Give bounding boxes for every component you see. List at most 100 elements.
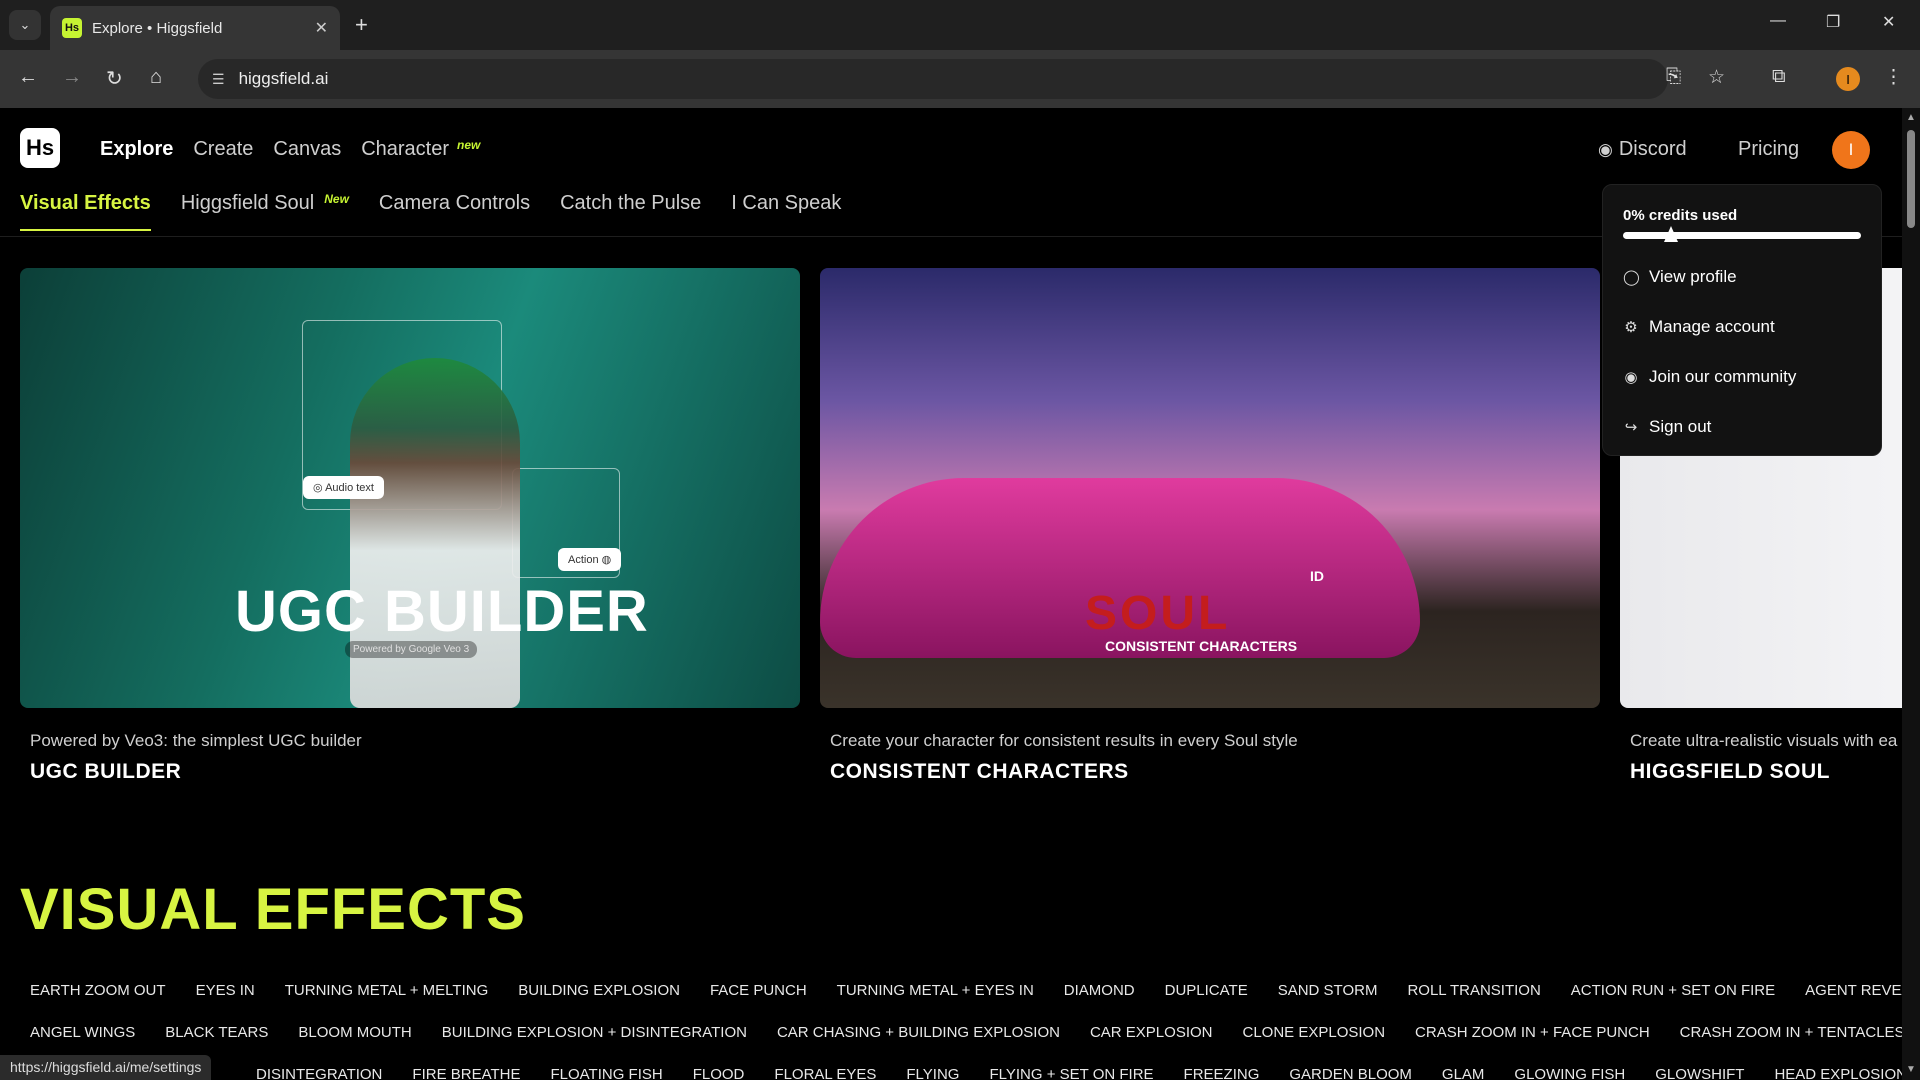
effect-tag[interactable]: FIRE BREATHE: [402, 1062, 530, 1080]
effect-tag[interactable]: FLOOD: [683, 1062, 755, 1080]
credits-progress-bar: [1623, 232, 1861, 239]
effect-tag[interactable]: FACE PUNCH: [700, 978, 817, 1003]
effect-tag[interactable]: DIAMOND: [1054, 978, 1145, 1003]
higgsfield-favicon-icon: Hs: [62, 18, 82, 38]
tab-close-icon[interactable]: ✕: [315, 18, 328, 38]
effect-tag[interactable]: HEAD EXPLOSION: [1764, 1062, 1917, 1080]
close-window-button[interactable]: ✕: [1882, 12, 1895, 32]
ugc-image-title: UGC BUILDER: [235, 579, 649, 644]
effect-tag[interactable]: CAR EXPLOSION: [1080, 1020, 1223, 1045]
effect-tag[interactable]: CAR CHASING + BUILDING EXPLOSION: [767, 1020, 1070, 1045]
nav-character[interactable]: Character new: [361, 138, 480, 161]
nav-label: Explore: [100, 138, 174, 160]
profile-dropdown: 0% credits used ◯ View profile ⚙ Manage ac…: [1602, 184, 1882, 456]
effect-tag[interactable]: CRASH ZOOM IN + FACE PUNCH: [1405, 1020, 1660, 1045]
install-app-icon[interactable]: ⎘: [1666, 66, 1681, 88]
tab-label: Visual Effects: [20, 192, 151, 214]
effect-tag[interactable]: TURNING METAL + EYES IN: [827, 978, 1044, 1003]
audio-text-chip: ◎ Audio text: [303, 476, 384, 499]
effect-tag[interactable]: FLYING: [896, 1062, 969, 1080]
effect-tag[interactable]: ACTION RUN + SET ON FIRE: [1561, 978, 1785, 1003]
effect-tag[interactable]: FLYING + SET ON FIRE: [979, 1062, 1163, 1080]
effect-tag[interactable]: DISINTEGRATION: [246, 1062, 392, 1080]
scroll-up-arrow[interactable]: ▲: [1906, 112, 1916, 123]
pricing-label: Pricing: [1738, 138, 1800, 160]
tab-i-can-speak[interactable]: I Can Speak: [731, 192, 841, 231]
tab-search-button[interactable]: ⌄: [9, 10, 41, 40]
status-bar-url: https://higgsfield.ai/me/settings: [0, 1055, 212, 1080]
effect-tag[interactable]: DUPLICATE: [1155, 978, 1258, 1003]
higgsfield-logo[interactable]: Hs: [20, 128, 60, 168]
effects-row: DISINTEGRATION FIRE BREATHE FLOATING FISH F…: [246, 1062, 1917, 1080]
effects-row: EARTH ZOOM OUT EYES IN TURNING METAL + MEL…: [20, 978, 1920, 1003]
visual-effects-heading: VISUAL EFFECTS: [20, 877, 526, 942]
tab-visual-effects[interactable]: Visual Effects: [20, 192, 151, 231]
effect-tag[interactable]: GLAM: [1432, 1062, 1495, 1080]
restore-button[interactable]: ❐: [1826, 12, 1840, 32]
tab-camera-controls[interactable]: Camera Controls: [379, 192, 530, 231]
effect-tag[interactable]: GLOWING FISH: [1504, 1062, 1635, 1080]
effect-tag[interactable]: GARDEN BLOOM: [1279, 1062, 1422, 1080]
effect-tag[interactable]: GLOWSHIFT: [1645, 1062, 1754, 1080]
address-url[interactable]: higgsfield.ai: [239, 69, 329, 89]
menu-item-label: Manage account: [1649, 317, 1775, 336]
tab-catch-the-pulse[interactable]: Catch the Pulse: [560, 192, 701, 231]
tab-higgsfield-soul[interactable]: Higgsfield Soul New: [181, 192, 349, 231]
action-chip: Action ◍: [558, 548, 622, 571]
new-badge: new: [457, 138, 481, 152]
browser-menu-icon[interactable]: ⋮: [1884, 66, 1903, 89]
consistent-characters-image-text: CONSISTENT CHARACTERS: [1105, 638, 1298, 654]
nav-explore[interactable]: Explore: [100, 138, 173, 161]
effect-tag[interactable]: FLORAL EYES: [764, 1062, 886, 1080]
join-community-item[interactable]: ◉ Join our community: [1623, 367, 1796, 387]
soul-logo-text: SOUL: [1085, 587, 1231, 640]
nav-create[interactable]: Create: [193, 138, 253, 161]
new-tab-button[interactable]: +: [355, 12, 368, 38]
card-title[interactable]: UGC BUILDER: [30, 760, 181, 784]
user-avatar[interactable]: I: [1832, 131, 1870, 169]
scroll-thumb[interactable]: [1907, 130, 1915, 228]
reload-button[interactable]: ↻: [106, 66, 123, 91]
effect-tag[interactable]: BUILDING EXPLOSION + DISINTEGRATION: [432, 1020, 757, 1045]
scroll-down-arrow[interactable]: ▼: [1906, 1064, 1916, 1075]
effect-tag[interactable]: FREEZING: [1174, 1062, 1270, 1080]
effect-tag[interactable]: SAND STORM: [1268, 978, 1388, 1003]
forward-button[interactable]: →: [62, 66, 82, 89]
effect-tag[interactable]: ROLL TRANSITION: [1397, 978, 1550, 1003]
menu-item-label: Sign out: [1649, 417, 1712, 436]
home-icon[interactable]: ⌂: [150, 66, 162, 89]
ugc-builder-card[interactable]: ◎ Audio text Action ◍ UGC BUILDER Powere…: [20, 268, 800, 708]
page-scrollbar[interactable]: ▲ ▼: [1902, 108, 1920, 1080]
minimize-button[interactable]: —: [1770, 12, 1786, 30]
effect-tag[interactable]: BLOOM MOUTH: [288, 1020, 421, 1045]
effect-tag[interactable]: CRASH ZOOM IN + TENTACLES: [1670, 1020, 1915, 1045]
pricing-link[interactable]: Pricing: [1738, 138, 1799, 161]
nav-canvas[interactable]: Canvas: [273, 138, 341, 161]
effect-tag[interactable]: BUILDING EXPLOSION: [508, 978, 690, 1003]
card-title[interactable]: CONSISTENT CHARACTERS: [830, 760, 1129, 784]
consistent-characters-card[interactable]: SOUL ID CONSISTENT CHARACTERS: [820, 268, 1600, 708]
site-info-icon[interactable]: ☰: [212, 71, 225, 88]
effect-tag[interactable]: CLONE EXPLOSION: [1233, 1020, 1396, 1045]
extensions-icon[interactable]: ⧉: [1772, 66, 1786, 88]
effect-tag[interactable]: EYES IN: [186, 978, 265, 1003]
discord-link[interactable]: ◉ Discord: [1598, 138, 1687, 161]
effect-tag[interactable]: ANGEL WINGS: [20, 1020, 145, 1045]
effect-tag[interactable]: BLACK TEARS: [155, 1020, 278, 1045]
card-description: Create ultra-realistic visuals with ea: [1630, 731, 1898, 750]
card-description: Powered by Veo3: the simplest UGC builde…: [30, 731, 362, 750]
view-profile-item[interactable]: ◯ View profile: [1623, 267, 1737, 287]
back-button[interactable]: ←: [18, 66, 38, 89]
card-title[interactable]: HIGGSFIELD SOUL: [1630, 760, 1830, 784]
sign-out-item[interactable]: ↪ Sign out: [1623, 417, 1712, 437]
browser-tab[interactable]: Hs Explore • Higgsfield ✕: [50, 6, 340, 50]
menu-item-label: View profile: [1649, 267, 1737, 286]
effect-tag[interactable]: EARTH ZOOM OUT: [20, 978, 176, 1003]
effect-tag[interactable]: FLOATING FISH: [540, 1062, 672, 1080]
nav-label: Canvas: [273, 138, 342, 160]
browser-profile-avatar[interactable]: I: [1836, 67, 1860, 91]
bookmark-star-icon[interactable]: ☆: [1708, 66, 1725, 89]
effect-tag[interactable]: TURNING METAL + MELTING: [275, 978, 499, 1003]
manage-account-item[interactable]: ⚙ Manage account: [1623, 317, 1775, 337]
address-bar[interactable]: ☰ higgsfield.ai: [198, 59, 1668, 99]
